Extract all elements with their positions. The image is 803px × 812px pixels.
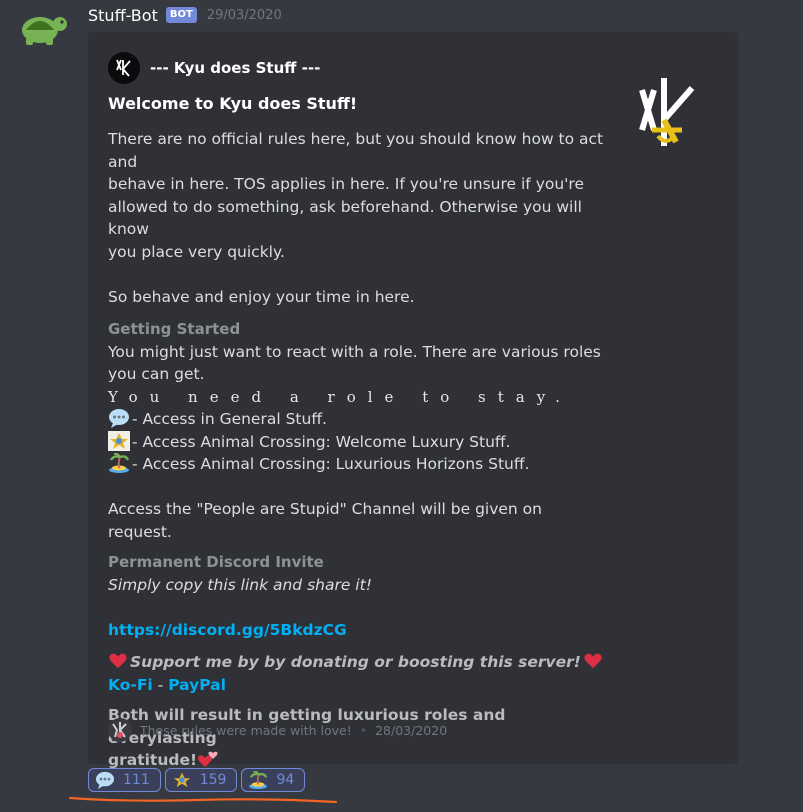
role-text: - Access Animal Crossing: Luxurious Hori… [132, 455, 530, 473]
heart-icon [584, 653, 602, 669]
reaction-count: 111 [123, 772, 150, 788]
support-line: Support me by by donating or boosting th… [108, 651, 608, 674]
reaction-speech-bubble[interactable]: 111 [88, 768, 161, 792]
embed-footer: These rules were made with love! • 28/03… [108, 718, 447, 742]
message-header: Stuff-Bot BOT 29/03/2020 [88, 4, 282, 26]
kofi-link[interactable]: Ko-Fi [108, 676, 153, 694]
reaction-count: 159 [199, 772, 227, 788]
need-role-line: You need a role to stay. [108, 387, 572, 406]
role-text: - Access in General Stuff. [132, 410, 327, 428]
embed-description: There are no official rules here, but yo… [108, 128, 608, 772]
speech-bubble-icon [109, 409, 129, 428]
reaction-island[interactable]: 94 [241, 768, 306, 792]
bot-badge: BOT [165, 7, 197, 23]
invite-link[interactable]: https://discord.gg/5BkdzCG [108, 621, 347, 639]
footer-date: 28/03/2020 [375, 722, 448, 738]
footer-avatar-icon [108, 718, 132, 742]
desc-line: you place very quickly. [108, 242, 285, 261]
getting-started-line: you can get. [108, 365, 205, 383]
link-separator: - [157, 675, 164, 694]
turtle-icon[interactable] [16, 8, 70, 46]
invite-subtitle: Simply copy this link and share it! [108, 575, 372, 594]
message-timestamp: 29/03/2020 [206, 7, 282, 23]
island-icon [109, 453, 130, 473]
speech-bubble-icon [96, 771, 114, 789]
getting-started-title: Getting Started [108, 320, 241, 338]
annotation-underline [68, 796, 338, 804]
two-hearts-icon [198, 751, 218, 767]
behave-line: So behave and enjoy your time in here. [108, 287, 415, 306]
acnl-icon [108, 430, 130, 451]
result-text: gratitude! [108, 751, 198, 769]
reactions-bar: 111 159 94 [88, 768, 306, 792]
support-text: Support me by by donating or boosting th… [130, 653, 581, 671]
reaction-acnl[interactable]: 159 [164, 768, 238, 792]
role-item: - Access Animal Crossing: Welcome Luxury… [108, 430, 608, 454]
role-text: - Access Animal Crossing: Welcome Luxury… [132, 432, 511, 451]
desc-line: behave in here. TOS applies in here. If … [108, 175, 585, 193]
role-item: - Access in General Stuff. [108, 408, 608, 431]
desc-line: There are no official rules here, but yo… [108, 130, 604, 171]
username[interactable]: Stuff-Bot [88, 6, 158, 25]
role-item: - Access Animal Crossing: Luxurious Hori… [108, 453, 608, 476]
request-line: Access the "People are Stupid" Channel w… [108, 500, 542, 541]
embed-title: Welcome to Kyu does Stuff! [108, 94, 358, 113]
acnl-icon [173, 772, 190, 788]
kyu-logo-icon [108, 52, 140, 84]
reaction-count: 94 [276, 772, 295, 788]
kyu-logo-gold-icon[interactable] [636, 72, 706, 152]
embed-author-name[interactable]: --- Kyu does Stuff --- [150, 59, 320, 77]
footer-text: These rules were made with love! [140, 722, 352, 738]
island-icon [249, 771, 268, 789]
embed-author: --- Kyu does Stuff --- [108, 52, 320, 84]
heart-icon [109, 653, 127, 669]
paypal-link[interactable]: PayPal [168, 676, 226, 694]
rules-embed: --- Kyu does Stuff --- Welcome to Kyu do… [88, 32, 738, 769]
getting-started-line: You might just want to react with a role… [108, 342, 601, 361]
desc-line: allowed to do something, ask beforehand.… [108, 197, 582, 239]
invite-title: Permanent Discord Invite [108, 553, 324, 571]
footer-dot: • [359, 722, 368, 738]
